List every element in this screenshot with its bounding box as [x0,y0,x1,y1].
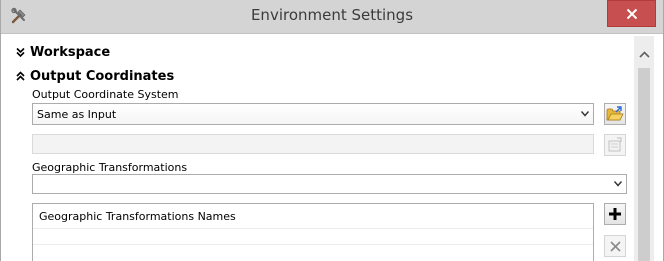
chevron-double-up-icon [16,70,25,81]
add-transformation-button[interactable] [604,203,626,225]
geographic-transformations-label: Geographic Transformations [32,161,188,174]
plus-icon [609,208,621,220]
output-coordinate-system-value: Same as Input [37,107,117,121]
window-title: Environment Settings [250,6,414,24]
section-workspace[interactable]: Workspace [15,44,110,60]
coordinate-system-properties-button [604,134,626,156]
geographic-transformations-select[interactable] [32,174,627,194]
environment-settings-window: Environment Settings Workspace Output Co… [0,0,664,261]
section-output-coordinates[interactable]: Output Coordinates [15,68,174,84]
geographic-transformations-table[interactable]: Geographic Transformations Names [32,203,594,261]
scrollbar-thumb[interactable] [638,68,650,261]
output-coordinate-system-label: Output Coordinate System [32,88,179,101]
section-output-coordinates-label: Output Coordinates [30,68,175,84]
chevron-up-icon [638,50,650,58]
table-row[interactable] [33,244,593,260]
close-button[interactable] [607,0,656,27]
x-icon [609,240,621,252]
chevron-down-icon [614,181,622,187]
title-bar[interactable]: Environment Settings [1,0,663,34]
close-icon [626,8,637,19]
browse-coordinate-system-button[interactable] [604,103,626,125]
chevron-down-icon [581,111,589,117]
table-column-header: Geographic Transformations Names [39,209,236,223]
folder-open-icon [606,106,624,121]
section-workspace-label: Workspace [30,44,111,60]
properties-icon [608,137,622,152]
coordinate-system-details-field [32,134,594,154]
scroll-up-button[interactable] [634,46,654,62]
remove-transformation-button [604,235,626,257]
vertical-scrollbar[interactable] [634,36,654,261]
chevron-double-down-icon [16,47,25,57]
output-coordinate-system-select[interactable]: Same as Input [32,103,594,125]
table-row[interactable] [33,228,593,244]
